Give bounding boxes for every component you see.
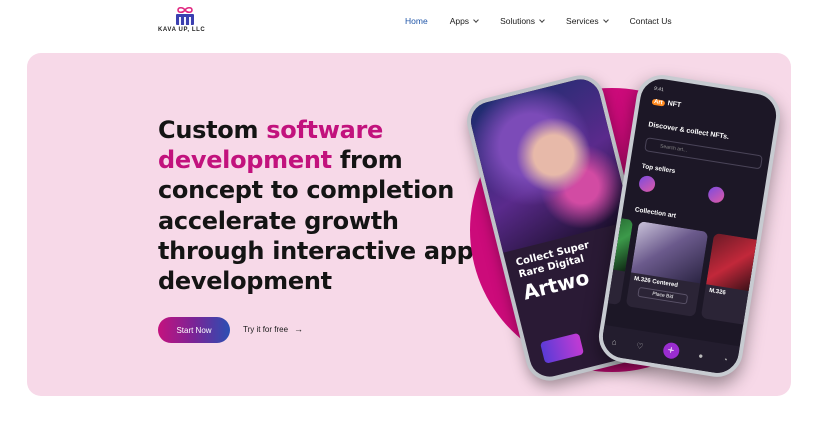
chevron-down-icon [473,16,479,23]
nft-card: M.326 [700,232,764,326]
gradient-button-shape [539,332,585,364]
infinity-logo-icon [176,6,194,25]
bell-icon: ◔ [722,354,729,365]
brand-name: NFT [667,100,682,110]
nav-label: Home [405,16,428,26]
nav-solutions[interactable]: Solutions [500,16,545,26]
try-free-label: Try it for free [243,324,289,334]
brand-chip: Art [651,98,666,107]
nav-label: Services [566,16,599,26]
section-collection-art: Collection art [634,206,677,220]
section-top-sellers: Top sellers [641,162,676,176]
nft-image [706,232,764,293]
chevron-down-icon [539,16,545,23]
seller-avatar [637,174,657,193]
status-time: 9:41 [653,85,665,94]
nav-label: Contact Us [629,16,672,26]
logo-text: KAVA UP, LLC [158,27,206,33]
app-brand: Art NFT [651,98,682,110]
nav-label: Apps [449,16,470,26]
nft-card: M.326 Centered Place Bid [625,221,709,317]
hero-section: Custom software development from concept… [27,53,791,396]
arrow-right-icon: → [294,324,304,334]
nav-services[interactable]: Services [566,16,609,26]
headline-part1: Custom [158,116,267,144]
nav-home[interactable]: Home [405,16,428,26]
plus-icon: + [661,341,681,360]
user-icon: ● [697,350,704,361]
try-free-link[interactable]: Try it for free → [243,324,303,334]
hero-headline: Custom software development from concept… [158,115,478,296]
heart-icon: ♡ [635,340,645,351]
chevron-down-icon [602,16,609,23]
home-icon: ⌂ [611,336,618,347]
logo[interactable]: KAVA UP, LLC [158,6,212,36]
main-nav: Home Apps Solutions Services Contact Us [405,14,672,28]
start-now-button[interactable]: Start Now [158,317,230,343]
nav-contact-us[interactable]: Contact Us [630,16,672,26]
nav-label: Solutions [500,16,536,26]
nav-apps[interactable]: Apps [449,16,479,26]
seller-avatar [707,185,726,204]
